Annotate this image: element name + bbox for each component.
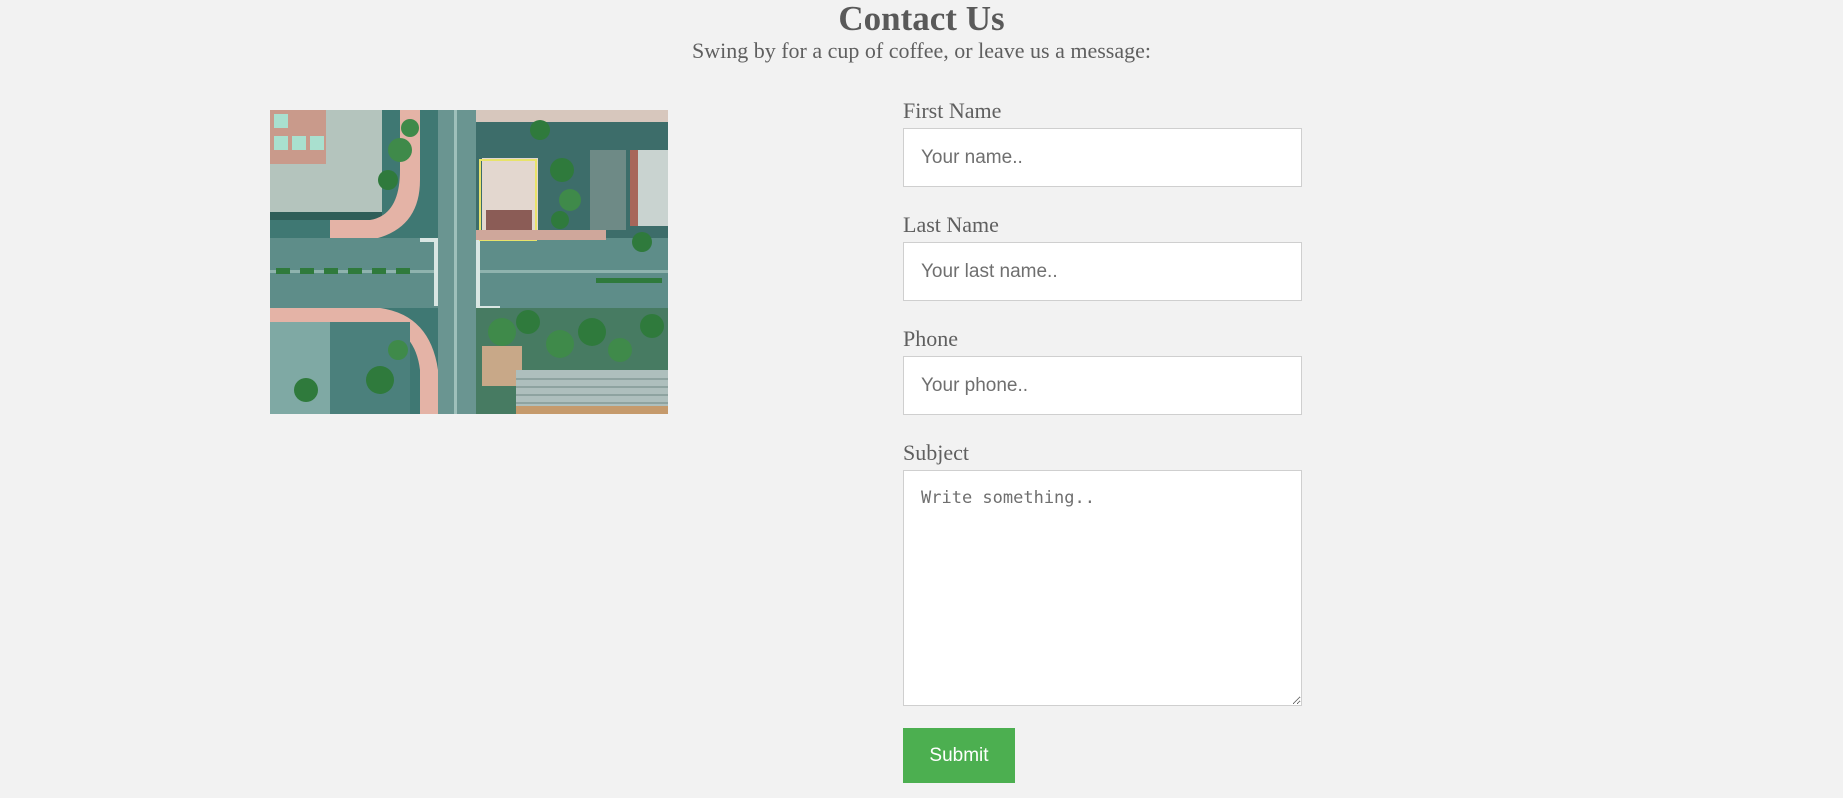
page-subtitle: Swing by for a cup of coffee, or leave u…: [692, 38, 1151, 63]
contact-form: First Name Last Name Phone Subject Submi…: [903, 96, 1302, 783]
subject-field: Subject: [903, 438, 1302, 706]
last-name-label: Last Name: [903, 212, 999, 237]
first-name-input[interactable]: [903, 128, 1302, 187]
subject-label: Subject: [903, 440, 969, 465]
phone-input[interactable]: [903, 356, 1302, 415]
page-header: Contact Us Swing by for a cup of coffee,…: [0, 0, 1843, 64]
submit-button[interactable]: Submit: [903, 728, 1015, 783]
phone-field: Phone: [903, 324, 1302, 415]
phone-label: Phone: [903, 326, 958, 351]
aerial-city-photo: [270, 110, 668, 414]
page-title: Contact Us: [838, 0, 1005, 38]
last-name-field: Last Name: [903, 210, 1302, 301]
subject-textarea[interactable]: [903, 470, 1302, 706]
first-name-label: First Name: [903, 98, 1002, 123]
first-name-field: First Name: [903, 96, 1302, 187]
last-name-input[interactable]: [903, 242, 1302, 301]
